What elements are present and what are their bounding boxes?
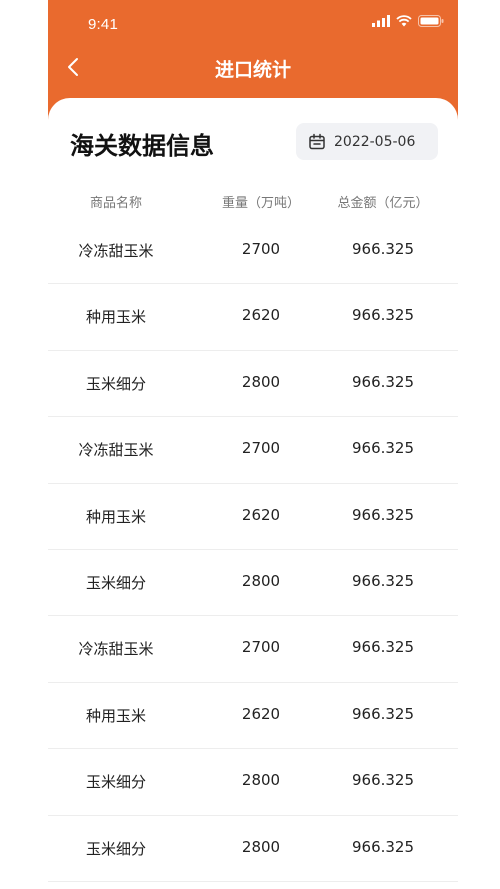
status-bar: 9:41 bbox=[48, 0, 458, 48]
cell-weight: 2620 bbox=[241, 704, 281, 723]
status-time: 9:41 bbox=[88, 16, 118, 33]
calendar-icon bbox=[309, 133, 325, 149]
signal-icon bbox=[372, 15, 390, 27]
table-row[interactable]: 玉米细分 2800 966.325 bbox=[48, 351, 458, 418]
status-icons bbox=[372, 15, 444, 27]
battery-icon bbox=[418, 15, 444, 27]
cell-product-name: 种用玉米 bbox=[85, 507, 146, 526]
cell-weight: 2620 bbox=[241, 505, 281, 524]
table-row[interactable]: 种用玉米 2620 966.325 bbox=[48, 683, 458, 750]
wifi-icon bbox=[396, 15, 412, 27]
table-row[interactable]: 种用玉米 2620 966.325 bbox=[48, 484, 458, 550]
cell-amount: 966.325 bbox=[351, 638, 415, 657]
content-card: 海关数据信息 2022-05-06 商品名称 重量（万吨） 总金额（亿元） 冷冻… bbox=[48, 98, 458, 889]
cell-amount: 966.325 bbox=[351, 571, 415, 590]
cell-weight: 2700 bbox=[241, 240, 281, 258]
table-body: 冷冻甜玉米 2700 966.325 种用玉米 2620 966.325 玉米细… bbox=[48, 218, 458, 882]
cell-amount: 966.325 bbox=[351, 240, 415, 258]
cell-product-name: 冷冻甜玉米 bbox=[78, 441, 154, 460]
phone-screen: 9:41 进口统计 海关数据信息 2022-05-06 商品名称 重量（万吨） … bbox=[48, 0, 458, 889]
cell-amount: 966.325 bbox=[351, 306, 415, 325]
date-picker[interactable]: 2022-05-06 bbox=[296, 123, 438, 160]
cell-product-name: 种用玉米 bbox=[85, 706, 146, 725]
nav-title: 进口统计 bbox=[214, 59, 291, 81]
table-row[interactable]: 冷冻甜玉米 2700 966.325 bbox=[48, 616, 458, 683]
column-header-name: 商品名称 bbox=[89, 196, 142, 211]
cell-amount: 966.325 bbox=[351, 439, 415, 458]
cell-product-name: 冷冻甜玉米 bbox=[78, 640, 154, 659]
cell-weight: 2800 bbox=[241, 372, 281, 391]
column-header-weight: 重量（万吨） bbox=[221, 196, 300, 211]
cell-weight: 2800 bbox=[241, 771, 281, 790]
table-row[interactable]: 种用玉米 2620 966.325 bbox=[48, 284, 458, 351]
cell-weight: 2700 bbox=[241, 638, 281, 657]
table-row[interactable]: 冷冻甜玉米 2700 966.325 bbox=[48, 417, 458, 484]
cell-product-name: 玉米细分 bbox=[85, 839, 146, 858]
table-row[interactable]: 玉米细分 2800 966.325 bbox=[48, 550, 458, 617]
date-value: 2022-05-06 bbox=[334, 133, 416, 150]
cell-amount: 966.325 bbox=[351, 837, 415, 856]
cell-amount: 966.325 bbox=[351, 704, 415, 723]
nav-bar: 进口统计 bbox=[48, 48, 458, 88]
cell-weight: 2620 bbox=[241, 306, 281, 325]
cell-product-name: 冷冻甜玉米 bbox=[78, 242, 154, 260]
table-row[interactable]: 玉米细分 2800 966.325 bbox=[48, 749, 458, 816]
cell-product-name: 玉米细分 bbox=[85, 374, 146, 393]
column-header-amount: 总金额（亿元） bbox=[337, 196, 429, 211]
page-title: 海关数据信息 bbox=[70, 132, 214, 160]
table-row[interactable]: 玉米细分 2800 966.325 bbox=[48, 816, 458, 882]
cell-weight: 2800 bbox=[241, 571, 281, 590]
cell-weight: 2700 bbox=[241, 439, 281, 458]
cell-amount: 966.325 bbox=[351, 505, 415, 524]
cell-weight: 2800 bbox=[241, 837, 281, 856]
cell-amount: 966.325 bbox=[351, 771, 415, 790]
cell-amount: 966.325 bbox=[351, 372, 415, 391]
table-row[interactable]: 冷冻甜玉米 2700 966.325 bbox=[48, 218, 458, 285]
cell-product-name: 玉米细分 bbox=[85, 773, 146, 792]
cell-product-name: 种用玉米 bbox=[85, 308, 146, 327]
table-header: 商品名称 重量（万吨） 总金额（亿元） bbox=[48, 192, 458, 212]
cell-product-name: 玉米细分 bbox=[85, 573, 146, 592]
